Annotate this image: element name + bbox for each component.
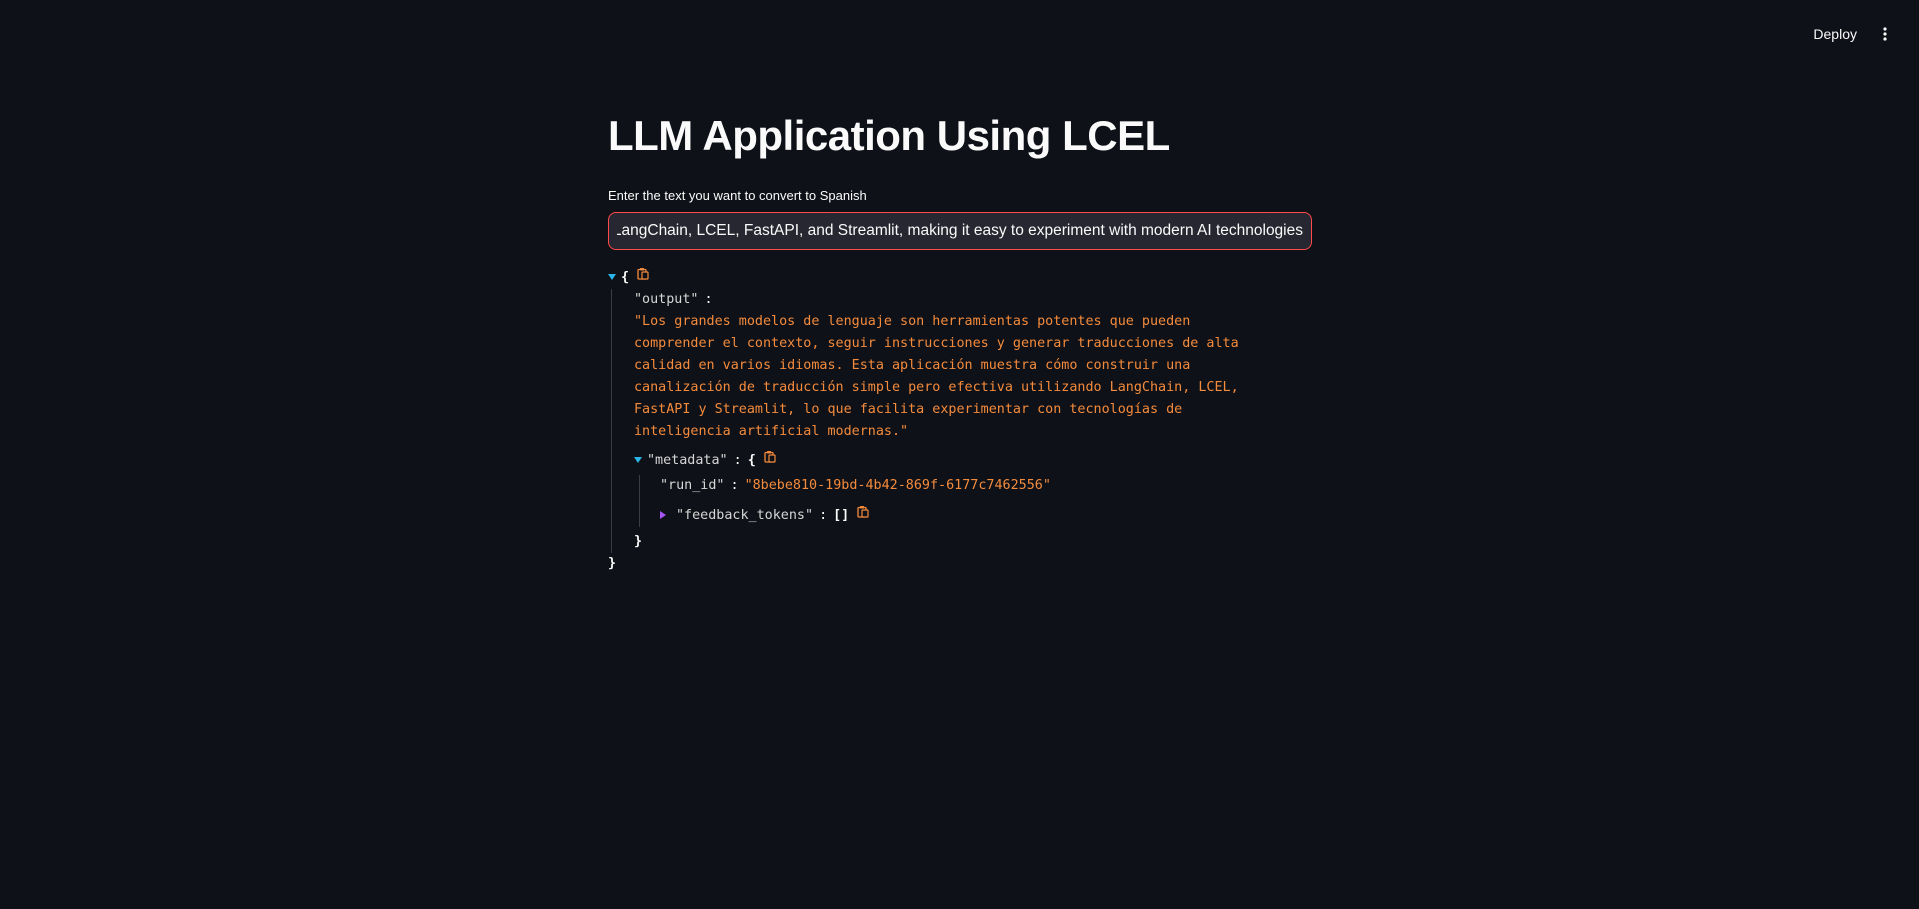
app-root: Deploy LLM Application Using LCEL Enter … [0, 0, 1919, 909]
json-root-close-brace: } [608, 556, 617, 571]
clipboard-icon [857, 506, 869, 518]
json-root-close-row: } [608, 553, 1312, 575]
clipboard-icon [764, 451, 776, 463]
deploy-button[interactable]: Deploy [1803, 20, 1867, 48]
json-root-open-brace: { [621, 270, 630, 285]
clipboard-icon [637, 268, 649, 280]
run-id-value: "8bebe810-19bd-4b42-869f-6177c7462556" [744, 478, 1051, 493]
collapse-metadata-toggle[interactable] [634, 457, 642, 463]
copy-feedback-tokens-button[interactable] [857, 504, 869, 526]
collapse-root-toggle[interactable] [608, 274, 616, 280]
copy-metadata-button[interactable] [764, 449, 776, 471]
output-colon: : [704, 292, 713, 307]
json-root-body: "output": "Los grandes modelos de lengua… [611, 289, 1312, 553]
run-id-key: "run_id" [660, 478, 725, 493]
text-input-label: Enter the text you want to convert to Sp… [608, 188, 867, 203]
feedback-tokens-key: "feedback_tokens" [676, 508, 814, 523]
page-title: LLM Application Using LCEL [608, 112, 1170, 159]
output-key: "output" [634, 292, 699, 307]
output-value: "Los grandes modelos de lenguaje son her… [634, 314, 1239, 439]
run-id-colon: : [730, 478, 739, 493]
feedback-tokens-entry: "feedback_tokens": [] [660, 504, 1312, 527]
metadata-close-brace: } [634, 534, 643, 549]
output-entry: "output": [634, 289, 1312, 311]
json-viewer: { "output": "Los grandes modelos de leng… [608, 266, 1312, 575]
main-menu-button[interactable] [1873, 22, 1897, 46]
feedback-tokens-value: [] [833, 508, 850, 523]
expand-feedback-tokens-toggle[interactable] [660, 511, 666, 519]
metadata-open-row: "metadata": { [634, 449, 1312, 472]
metadata-body: "run_id": "8bebe810-19bd-4b42-869f-6177c7… [639, 475, 1312, 527]
metadata-colon: : [733, 453, 742, 468]
json-root-open-row: { [608, 266, 1312, 289]
metadata-close-row: } [634, 531, 1312, 553]
vertical-ellipsis-icon [1883, 27, 1887, 41]
run-id-entry: "run_id": "8bebe810-19bd-4b42-869f-6177c7… [660, 475, 1312, 497]
copy-root-button[interactable] [637, 266, 649, 288]
metadata-open-brace: { [747, 453, 756, 468]
feedback-tokens-colon: : [819, 508, 828, 523]
metadata-key: "metadata" [647, 453, 728, 468]
text-to-translate-input[interactable] [608, 212, 1312, 250]
top-toolbar: Deploy [1803, 0, 1919, 68]
